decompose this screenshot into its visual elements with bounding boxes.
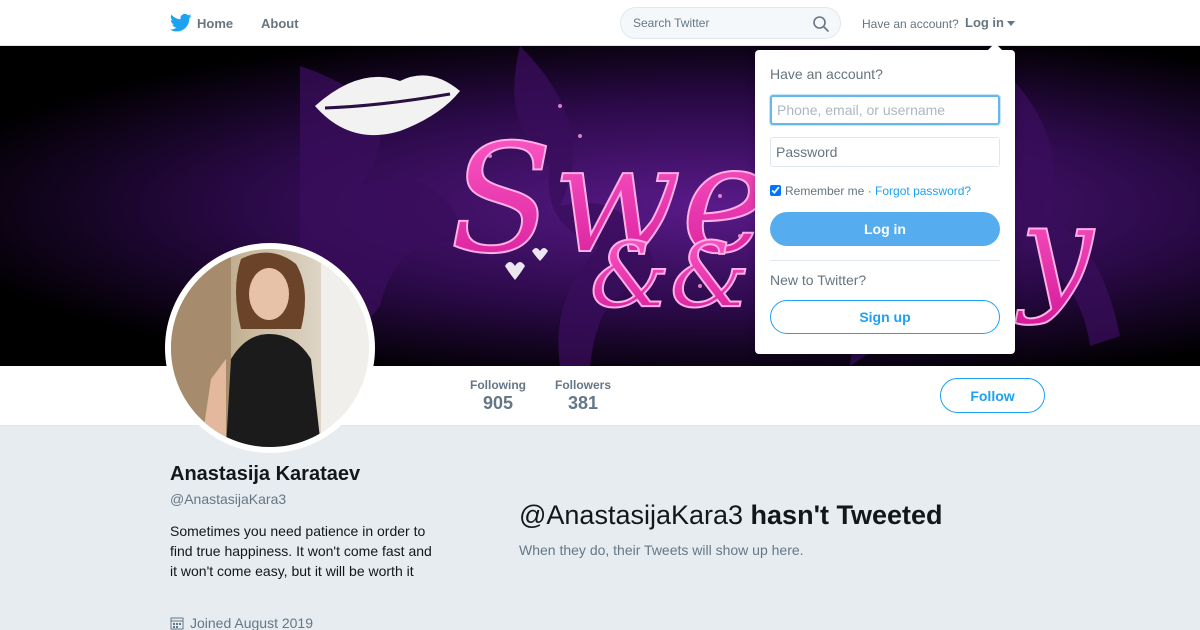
stat-label: Following (470, 378, 526, 392)
login-dropdown: Have an account? Remember me · Forgot pa… (755, 43, 1015, 354)
empty-timeline-suffix: hasn't Tweeted (750, 500, 943, 530)
login-button[interactable]: Log in (770, 212, 1000, 246)
dropdown-pointer (987, 43, 1003, 51)
profile-joined-date: Joined August 2019 (170, 615, 313, 630)
empty-timeline-subtitle: When they do, their Tweets will show up … (519, 542, 804, 558)
login-dropdown-toggle[interactable]: Log in (965, 15, 1004, 30)
remember-separator: · (867, 184, 872, 198)
signup-button[interactable]: Sign up (770, 300, 1000, 334)
caret-down-icon[interactable] (1007, 21, 1015, 26)
calendar-icon (170, 617, 184, 630)
search-box[interactable] (620, 7, 841, 39)
password-field[interactable] (770, 137, 1000, 167)
avatar-image (171, 249, 369, 447)
profile-handle[interactable]: @AnastasijaKara3 (170, 491, 286, 507)
profile-bio: Sometimes you need patience in order to … (170, 523, 432, 579)
nav-home-link[interactable]: Home (197, 16, 233, 31)
joined-text: Joined August 2019 (190, 615, 313, 630)
follow-button[interactable]: Follow (940, 378, 1045, 413)
banner-ampersand-text: && (590, 223, 750, 328)
nav-about-link[interactable]: About (261, 16, 299, 31)
stat-followers[interactable]: Followers 381 (555, 378, 611, 414)
remember-me-checkbox[interactable] (770, 185, 781, 196)
remember-me-row: Remember me · Forgot password? (770, 184, 971, 198)
empty-timeline-handle: @AnastasijaKara3 (519, 500, 744, 530)
dropdown-heading: Have an account? (770, 66, 883, 82)
stat-value: 905 (482, 393, 514, 413)
forgot-password-link[interactable]: Forgot password? (875, 184, 971, 198)
new-to-twitter-text: New to Twitter? (770, 272, 867, 288)
empty-timeline-title: @AnastasijaKara3 hasn't Tweeted (519, 500, 943, 531)
remember-me-label[interactable]: Remember me (785, 184, 864, 198)
stat-label: Followers (555, 378, 612, 392)
stat-value: 381 (567, 393, 599, 413)
have-account-text: Have an account? (862, 17, 959, 31)
banner-tail-text: y (1015, 175, 1095, 327)
dropdown-divider (770, 260, 1000, 261)
avatar-portrait-graphic (171, 249, 369, 447)
username-field[interactable] (770, 95, 1000, 125)
top-navigation-bar: Home About Have an account? Log in (0, 0, 1200, 46)
twitter-bird-logo-icon[interactable] (170, 13, 192, 33)
stat-following[interactable]: Following 905 (470, 378, 526, 414)
profile-name[interactable]: Anastasija Karataev (170, 463, 360, 486)
avatar[interactable] (165, 243, 375, 453)
search-input[interactable] (633, 16, 803, 30)
search-icon[interactable] (812, 15, 830, 33)
